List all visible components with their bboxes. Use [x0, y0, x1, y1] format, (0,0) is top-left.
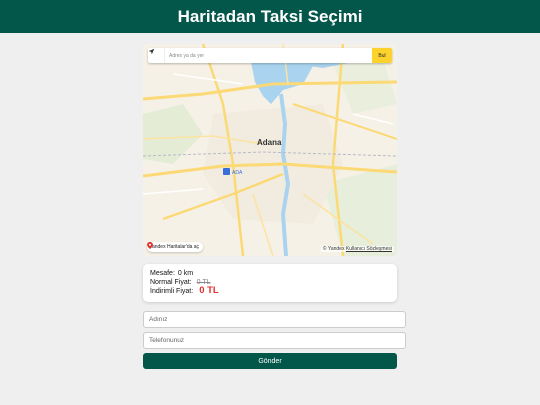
map-search-bar: Bul: [148, 48, 392, 63]
map-attribution: © Yandex Kullanıcı Sözleşmesi: [320, 246, 394, 252]
map-find-button[interactable]: Bul: [372, 48, 392, 63]
discount-price-label: İndirimli Fiyat:: [150, 288, 194, 295]
open-in-yandex-link[interactable]: Yandex Haritalar'da aç: [147, 242, 204, 252]
city-label: Adana: [257, 138, 282, 147]
discount-price-row: İndirimli Fiyat: 0 TL: [150, 285, 390, 297]
geolocation-button[interactable]: [148, 48, 165, 63]
map-pin-icon: [147, 242, 153, 249]
page-title: Haritadan Taksi Seçimi: [177, 6, 363, 26]
name-input[interactable]: [143, 311, 406, 328]
header-bar: Haritadan Taksi Seçimi: [0, 0, 540, 33]
normal-price-row: Normal Fiyat: 0 TL: [150, 279, 390, 288]
location-arrow-icon: [148, 48, 155, 55]
open-in-yandex-label: Yandex Haritalar'da aç: [149, 244, 200, 250]
airport-icon: [223, 168, 230, 175]
distance-value: 0 km: [177, 270, 194, 277]
attribution-text: © Yandex: [322, 246, 345, 252]
submit-button[interactable]: Gönder: [143, 353, 397, 369]
airport-label: ADA: [232, 170, 243, 176]
distance-row: Mesafe: 0 km: [150, 270, 390, 279]
phone-input[interactable]: [143, 332, 406, 349]
normal-price-label: Normal Fiyat:: [150, 278, 192, 286]
price-card: Mesafe: 0 km Normal Fiyat: 0 TL İndiriml…: [143, 264, 397, 302]
map-canvas[interactable]: ADA Adana: [143, 44, 397, 256]
discount-price-value: 0 TL: [199, 285, 219, 296]
map-search-input[interactable]: [165, 49, 372, 62]
map-view[interactable]: ADA Adana Bul Yandex Haritalar'da aç © Y…: [143, 44, 397, 256]
terms-link[interactable]: Kullanıcı Sözleşmesi: [346, 246, 392, 252]
distance-label: Mesafe:: [150, 270, 175, 277]
